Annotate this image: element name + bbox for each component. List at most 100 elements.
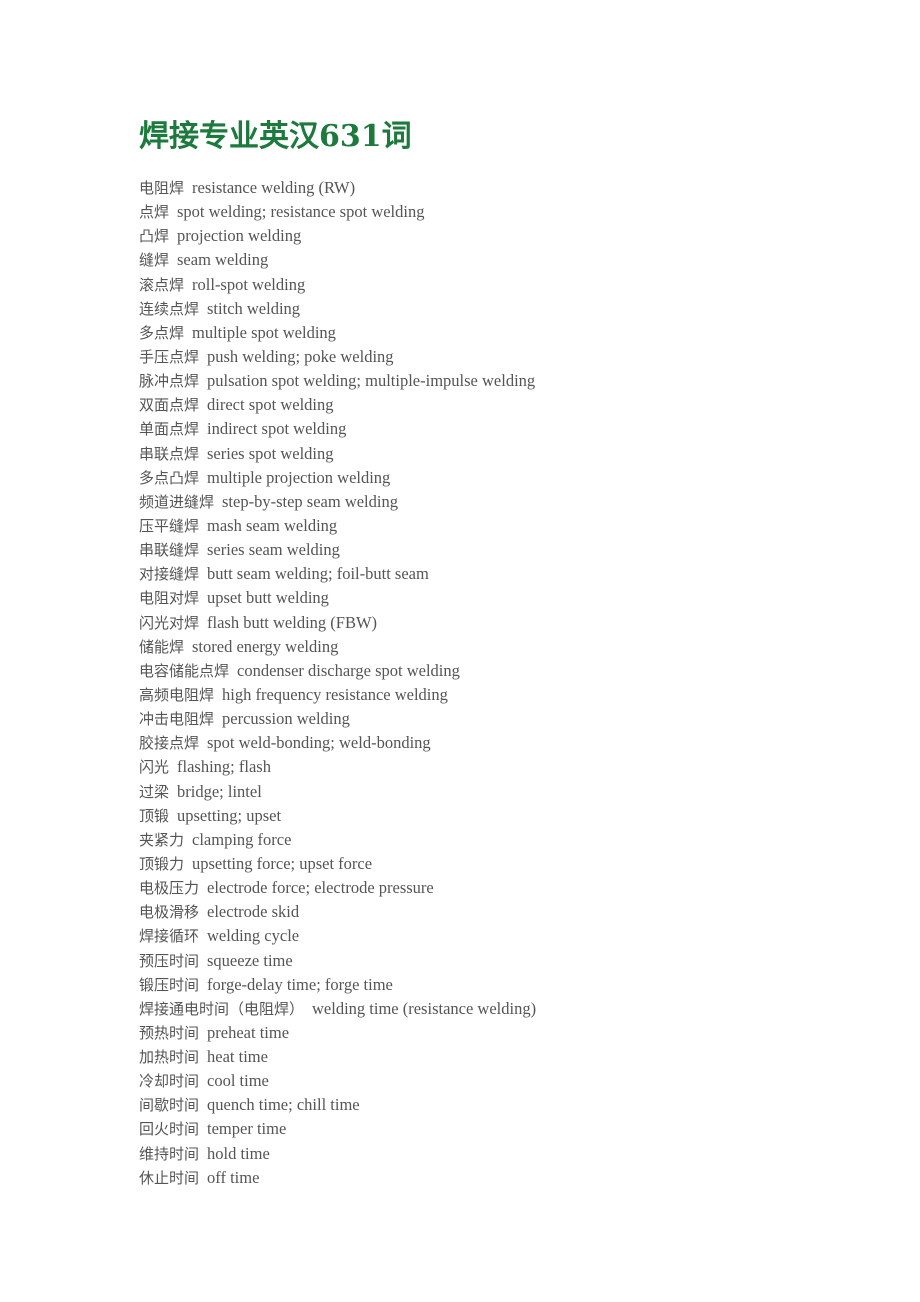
term-chinese: 夹紧力 <box>139 830 185 849</box>
term-english: cool time <box>207 1071 269 1091</box>
glossary-entry: 顶锻 upsetting; upset <box>139 804 839 828</box>
glossary-entry: 电极压力 electrode force; electrode pressure <box>139 876 839 900</box>
term-chinese: 对接缝焊 <box>139 565 200 584</box>
term-chinese: 手压点焊 <box>139 347 200 366</box>
term-english: stored energy welding <box>192 636 339 656</box>
term-chinese: 滚点焊 <box>139 275 185 294</box>
glossary-entry: 手压点焊 push welding; poke welding <box>139 345 839 369</box>
term-chinese: 凸焊 <box>139 227 170 246</box>
term-english: electrode force; electrode pressure <box>207 878 434 898</box>
term-english: series seam welding <box>207 540 340 560</box>
glossary-entry: 过梁 bridge; lintel <box>139 780 839 804</box>
term-english: upsetting force; upset force <box>192 853 373 873</box>
term-chinese: 频道进缝焊 <box>139 492 215 511</box>
glossary-entry: 维持时间 hold time <box>139 1142 839 1166</box>
term-english: upset butt welding <box>207 588 329 608</box>
term-chinese: 连续点焊 <box>139 299 200 318</box>
term-chinese: 储能焊 <box>139 637 185 656</box>
glossary-entry: 预热时间 preheat time <box>139 1021 839 1045</box>
glossary-entry: 电容储能点焊 condenser discharge spot welding <box>139 659 839 683</box>
term-english: resistance welding (RW) <box>192 178 356 197</box>
term-english: upsetting; upset <box>177 805 282 825</box>
glossary-entry: 胶接点焊 spot weld-bonding; weld-bonding <box>139 731 839 755</box>
term-chinese: 缝焊 <box>139 251 170 270</box>
term-chinese: 预热时间 <box>139 1023 200 1042</box>
document-title: 焊接专业英汉631词 <box>139 119 412 154</box>
term-chinese: 间歇时间 <box>139 1096 200 1115</box>
glossary-entry: 焊接循环 welding cycle <box>139 924 839 948</box>
term-chinese: 休止时间 <box>139 1168 200 1187</box>
glossary-entry: 多点凸焊 multiple projection welding <box>139 466 839 490</box>
term-english: preheat time <box>207 1022 290 1042</box>
term-english: seam welding <box>177 250 269 270</box>
document-page: 焊接专业英汉631词 电阻焊 resistance welding (RW) 点焊 s… <box>139 112 839 1190</box>
glossary-entry: 双面点焊 direct spot welding <box>139 393 839 417</box>
term-chinese: 多点凸焊 <box>139 468 200 487</box>
glossary-entry: 凸焊 projection welding <box>139 224 839 248</box>
glossary-entry: 串联缝焊 series seam welding <box>139 538 839 562</box>
glossary-entry: 脉冲点焊 pulsation spot welding; multiple-imp… <box>139 369 839 393</box>
term-english: temper time <box>207 1119 287 1139</box>
term-chinese: 串联缝焊 <box>139 541 200 560</box>
term-english: clamping force <box>192 829 292 849</box>
glossary-entry: 高频电阻焊 high frequency resistance welding <box>139 683 839 707</box>
term-english: mash seam welding <box>207 515 338 535</box>
term-english: flash butt welding (FBW) <box>207 612 378 632</box>
glossary-entry: 单面点焊 indirect spot welding <box>139 417 839 441</box>
glossary-list: 电阻焊 resistance welding (RW) 点焊 spot welding… <box>139 176 839 1190</box>
term-chinese: 电容储能点焊 <box>139 661 230 680</box>
term-chinese: 电极压力 <box>139 879 200 898</box>
term-chinese: 冲击电阻焊 <box>139 710 215 729</box>
term-chinese: 回火时间 <box>139 1120 200 1139</box>
term-english: squeeze time <box>207 950 293 970</box>
term-chinese: 电阻焊 <box>139 179 185 197</box>
term-chinese: 锻压时间 <box>139 975 200 994</box>
term-english: multiple projection welding <box>207 467 391 487</box>
term-chinese: 预压时间 <box>139 951 200 970</box>
glossary-entry: 闪光对焊 flash butt welding (FBW) <box>139 611 839 635</box>
term-chinese: 串联点焊 <box>139 444 200 463</box>
glossary-entry: 闪光 flashing; flash <box>139 755 839 779</box>
term-chinese: 冷却时间 <box>139 1072 200 1091</box>
term-english: direct spot welding <box>207 395 334 415</box>
term-english: high frequency resistance welding <box>222 684 448 704</box>
term-english: projection welding <box>177 226 302 246</box>
term-english: multiple spot welding <box>192 322 336 342</box>
glossary-entry: 电极滑移 electrode skid <box>139 900 839 924</box>
term-chinese: 焊接通电时间（电阻焊） <box>139 999 305 1018</box>
term-chinese: 加热时间 <box>139 1048 200 1067</box>
term-english: electrode skid <box>207 902 300 922</box>
term-chinese: 闪光 <box>139 758 170 777</box>
term-chinese: 点焊 <box>139 203 170 222</box>
glossary-entry: 滚点焊 roll-spot welding <box>139 273 839 297</box>
term-english: welding time (resistance welding) <box>312 998 537 1018</box>
term-chinese: 闪光对焊 <box>139 613 200 632</box>
glossary-entry: 对接缝焊 butt seam welding; foil-butt seam <box>139 562 839 586</box>
glossary-entry: 夹紧力 clamping force <box>139 828 839 852</box>
glossary-entry: 缝焊 seam welding <box>139 248 839 272</box>
glossary-entry: 加热时间 heat time <box>139 1045 839 1069</box>
glossary-entry: 多点焊 multiple spot welding <box>139 321 839 345</box>
term-english: push welding; poke welding <box>207 346 394 366</box>
term-chinese: 电极滑移 <box>139 903 200 922</box>
term-chinese: 压平缝焊 <box>139 516 200 535</box>
glossary-entry: 压平缝焊 mash seam welding <box>139 514 839 538</box>
term-chinese: 过梁 <box>139 782 170 801</box>
term-english: roll-spot welding <box>192 274 306 294</box>
glossary-entry: 连续点焊 stitch welding <box>139 297 839 321</box>
term-chinese: 脉冲点焊 <box>139 372 200 391</box>
glossary-entry: 回火时间 temper time <box>139 1117 839 1141</box>
glossary-entry: 点焊 spot welding; resistance spot welding <box>139 200 839 224</box>
glossary-entry: 冲击电阻焊 percussion welding <box>139 707 839 731</box>
glossary-entry: 储能焊 stored energy welding <box>139 635 839 659</box>
term-chinese: 顶锻力 <box>139 854 185 873</box>
term-english: welding cycle <box>207 926 300 946</box>
term-chinese: 顶锻 <box>139 806 170 825</box>
term-chinese: 胶接点焊 <box>139 734 200 753</box>
term-chinese: 多点焊 <box>139 323 185 342</box>
term-english: condenser discharge spot welding <box>237 660 460 680</box>
term-english: stitch welding <box>207 298 301 318</box>
term-chinese: 焊接循环 <box>139 927 200 946</box>
term-chinese: 维持时间 <box>139 1144 200 1163</box>
term-chinese: 双面点焊 <box>139 396 200 415</box>
